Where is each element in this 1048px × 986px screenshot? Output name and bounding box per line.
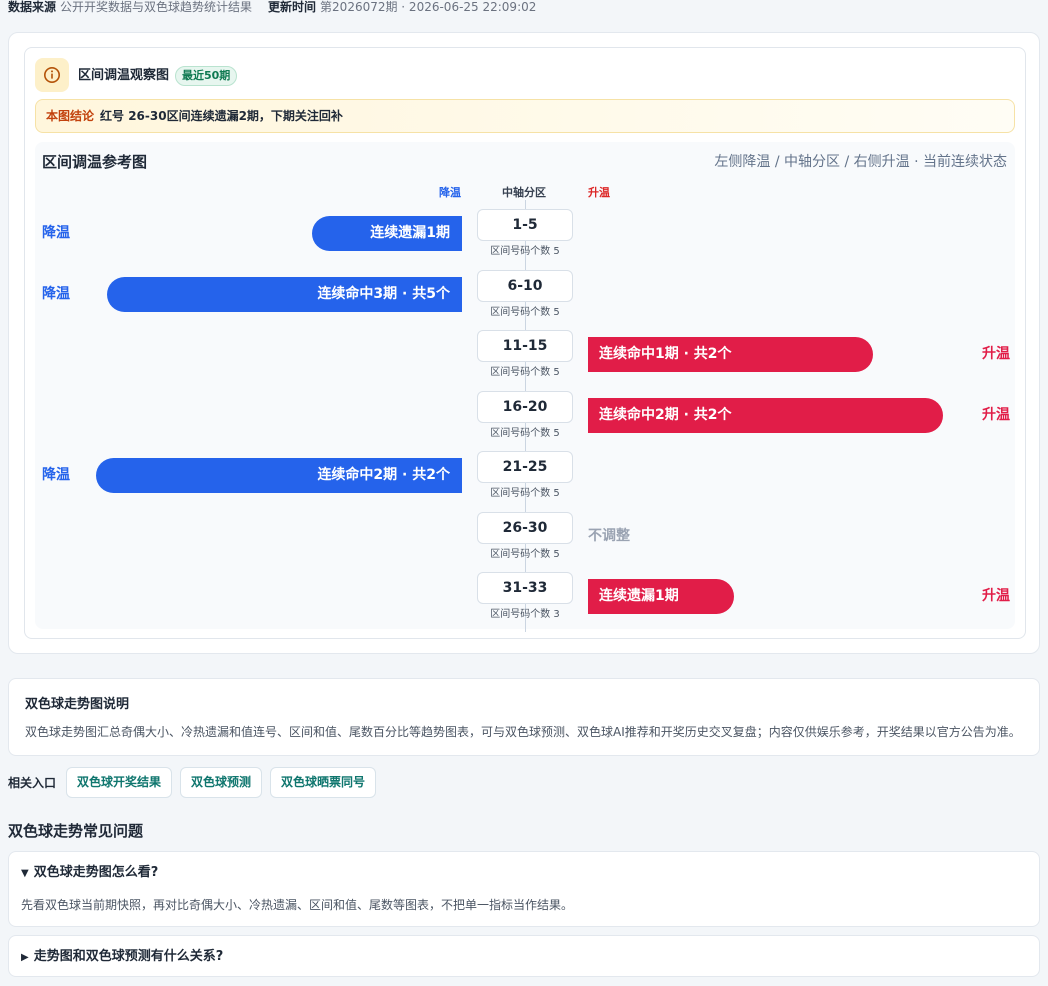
conclusion-label: 本图结论 — [46, 109, 95, 123]
cool-side-label: 降温 — [42, 285, 70, 302]
zone-count: 区间号码个数 3 — [490, 609, 560, 620]
zone-label: 11-15 — [477, 330, 573, 362]
update-value: 第2026072期 · 2026-06-25 22:09:02 — [320, 0, 537, 14]
faq-question-2[interactable]: ▶ 走势图和双色球预测有什么关系? — [21, 949, 223, 966]
zone-row: 16-20 区间号码个数 5 连续命中2期 · 共2个 升温 — [35, 390, 1015, 451]
zone-row: 26-30 区间号码个数 5 不调整 — [35, 511, 1015, 572]
zone-label: 21-25 — [477, 451, 573, 483]
zone-row: 11-15 区间号码个数 5 连续命中1期 · 共2个 升温 — [35, 330, 1015, 390]
source-value: 公开开奖数据与双色球趋势统计结果 — [60, 0, 253, 14]
zone-row: 31-33 区间号码个数 3 连续遗漏1期 升温 — [35, 572, 1015, 632]
source-label: 数据来源 — [8, 0, 57, 14]
faq-question-1-text: 双色球走势图怎么看? — [33, 865, 159, 880]
description-title: 双色球走势图说明 — [25, 697, 130, 712]
cool-bar: 连续遗漏1期 — [312, 216, 462, 251]
conclusion-text: 红号 26-30区间连续遗漏2期，下期关注回补 — [100, 109, 343, 123]
chart-title: 区间调温参考图 — [42, 153, 148, 171]
cool-bar: 连续命中3期 · 共5个 — [107, 276, 462, 312]
related-link-results[interactable]: 双色球开奖结果 — [66, 767, 173, 798]
zone-row: 6-10 区间号码个数 5 连续命中3期 · 共5个 降温 — [35, 269, 1015, 330]
warm-side-label: 升温 — [982, 588, 1010, 604]
zone-row: 21-25 区间号码个数 5 连续命中2期 · 共2个 降温 — [35, 451, 1015, 511]
card-title: 区间调温观察图 — [78, 68, 170, 83]
info-icon — [35, 58, 69, 92]
meta-bar: 数据来源 公开开奖数据与双色球趋势统计结果 更新时间 第2026072期 · 2026… — [8, 0, 536, 14]
warm-side-label: 升温 — [982, 346, 1010, 362]
faq-title: 双色球走势常见问题 — [8, 822, 144, 840]
caret-right-icon: ▶ — [21, 952, 29, 963]
zone-label: 1-5 — [477, 209, 573, 241]
warm-bar: 连续遗漏1期 — [588, 579, 734, 614]
zone-chart: 区间调温参考图 左侧降温 / 中轴分区 / 右侧升温 · 当前连续状态 降温 中… — [35, 142, 1015, 632]
zone-count: 区间号码个数 5 — [490, 427, 560, 439]
chart-card: 区间调温观察图 最近50期 本图结论 红号 26-30区间连续遗漏2期，下期关注回… — [24, 47, 1026, 639]
zone-count: 区间号码个数 5 — [490, 367, 560, 378]
zone-label: 31-33 — [477, 572, 573, 604]
cool-side-label: 降温 — [42, 225, 70, 241]
related-link-tickets[interactable]: 双色球晒票同号 — [270, 767, 377, 798]
recent-badge: 最近50期 — [175, 66, 238, 86]
zone-count: 区间号码个数 5 — [490, 548, 560, 560]
related-link-prediction[interactable]: 双色球预测 — [180, 767, 263, 798]
warm-bar: 连续命中1期 · 共2个 — [588, 337, 873, 372]
neutral-label: 不调整 — [588, 527, 630, 544]
update-label: 更新时间 — [268, 0, 317, 14]
caret-down-icon: ▼ — [21, 868, 29, 879]
zone-label: 6-10 — [477, 269, 573, 302]
header-center: 中轴分区 — [502, 186, 546, 199]
faq-answer-1: 先看双色球当前期快照，再对比奇偶大小、冷热遗漏、区间和值、尾数等图表，不把单一指… — [21, 898, 574, 912]
cool-side-label: 降温 — [42, 467, 70, 483]
faq-question-2-text: 走势图和双色球预测有什么关系? — [33, 949, 224, 964]
related-label: 相关入口 — [8, 776, 57, 790]
chart-subtitle: 左侧降温 / 中轴分区 / 右侧升温 · 当前连续状态 — [714, 154, 1007, 170]
description-card: 双色球走势图说明 双色球走势图汇总奇偶大小、冷热遗漏和值连号、区间和值、尾数百分… — [8, 678, 1040, 756]
faq-item-1: ▼ 双色球走势图怎么看? 先看双色球当前期快照，再对比奇偶大小、冷热遗漏、区间和值… — [8, 851, 1040, 927]
zone-row: 1-5 区间号码个数 5 连续遗漏1期 降温 — [35, 209, 1015, 269]
faq-item-2: ▶ 走势图和双色球预测有什么关系? — [8, 935, 1040, 977]
warm-side-label: 升温 — [982, 406, 1010, 423]
faq-question-1[interactable]: ▼ 双色球走势图怎么看? — [21, 865, 158, 882]
zone-count: 区间号码个数 5 — [490, 246, 560, 257]
description-text: 双色球走势图汇总奇偶大小、冷热遗漏和值连号、区间和值、尾数百分比等趋势图表，可与… — [25, 725, 1021, 739]
cool-bar: 连续命中2期 · 共2个 — [96, 458, 462, 493]
warm-bar: 连续命中2期 · 共2个 — [588, 397, 943, 433]
conclusion-banner: 本图结论 红号 26-30区间连续遗漏2期，下期关注回补 — [35, 99, 1015, 133]
header-cool: 降温 — [439, 186, 461, 199]
chart-card-wrapper: 区间调温观察图 最近50期 本图结论 红号 26-30区间连续遗漏2期，下期关注回… — [8, 32, 1040, 654]
header-warm: 升温 — [588, 186, 610, 199]
zone-label: 16-20 — [477, 390, 573, 423]
zone-count: 区间号码个数 5 — [490, 488, 560, 499]
zone-count: 区间号码个数 5 — [490, 306, 560, 318]
zone-label: 26-30 — [477, 511, 573, 544]
